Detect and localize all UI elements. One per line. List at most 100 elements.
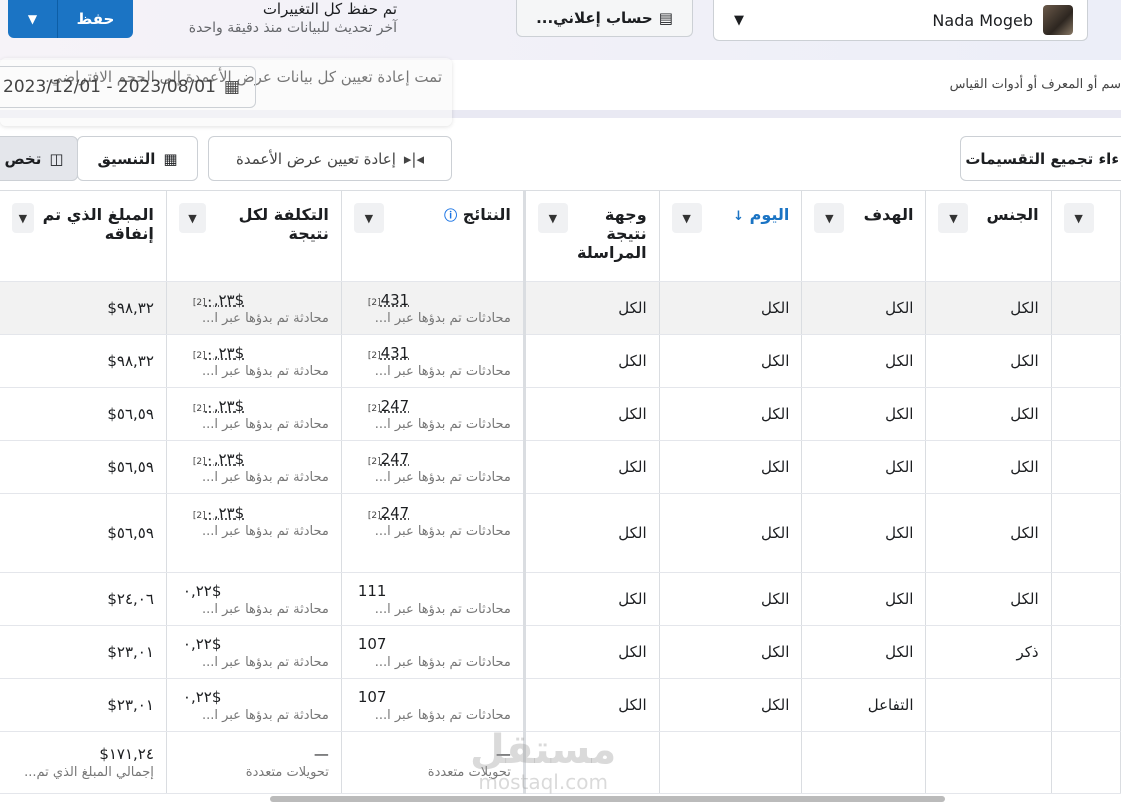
cell-cost: ٠,٢٢$ محادثة تم بدؤها عبر ا... xyxy=(166,572,342,626)
day-value: الكل xyxy=(761,696,790,714)
table-row[interactable]: ٥٦,٥٩$ [2]٠,٢٣$ محادثة تم بدؤها عبر ا... … xyxy=(0,440,1121,494)
chevron-down-icon[interactable]: ▼ xyxy=(353,203,384,233)
user-selector[interactable]: ▼ Nada Mogeb xyxy=(713,0,1088,41)
cell-cost: [2]٠,٢٣$ محادثة تم بدؤها عبر ا... xyxy=(166,493,342,573)
cell-destination: الكل xyxy=(524,334,660,388)
footnote[interactable]: [2] xyxy=(193,351,206,361)
save-button[interactable]: ▼ حفظ xyxy=(8,0,133,38)
date-range-picker[interactable]: 2023/12/01 - 2023/08/01 ▦ xyxy=(0,66,256,108)
col-gender[interactable]: الجنس ▼ xyxy=(925,190,1052,282)
cell-cost: [2]٠,٢٣$ محادثة تم بدؤها عبر ا... xyxy=(166,387,342,441)
cost-sub: محادثة تم بدؤها عبر ا... xyxy=(201,601,329,617)
info-icon[interactable]: ⓘ xyxy=(444,209,457,224)
results-value: 431 xyxy=(380,343,410,362)
table-row[interactable]: ٥٦,٥٩$ [2]٠,٢٣$ محادثة تم بدؤها عبر ا... … xyxy=(0,493,1121,573)
results-sub: محادثات تم بدؤها عبر ا... xyxy=(374,469,511,485)
ungroup-button[interactable]: ءاء تجميع التقسيمات xyxy=(960,136,1121,181)
watermark-en: mostaql.com xyxy=(478,770,608,794)
gender-value: الكل xyxy=(1010,352,1039,370)
results-sub: محادثات تم بدؤها عبر ا... xyxy=(374,524,511,539)
gender-value: الكل xyxy=(1010,524,1039,542)
col-label: اليوم xyxy=(749,205,790,224)
footnote[interactable]: [2] xyxy=(368,457,381,467)
chevron-down-icon[interactable]: ▼ xyxy=(938,203,969,233)
col-results[interactable]: النتائج ⓘ ▼ xyxy=(341,190,526,282)
footnote[interactable]: [2] xyxy=(368,351,381,361)
cost-value: ٠,٢٣$ xyxy=(205,504,245,522)
table-row[interactable]: ٩٨,٣٢$ [2]٠,٢٣$ محادثة تم بدؤها عبر ا... … xyxy=(0,281,1121,335)
cell-day: الكل xyxy=(659,281,803,335)
footnote[interactable]: [2] xyxy=(368,511,381,521)
cell-destination: الكل xyxy=(524,387,660,441)
results-value: 247 xyxy=(380,504,410,522)
cost-value: ٠,٢٣$ xyxy=(205,290,245,309)
destination-value: الكل xyxy=(618,299,647,317)
cell-day: الكل xyxy=(659,334,803,388)
cost-sub: محادثة تم بدؤها عبر ا... xyxy=(201,469,329,485)
total-cost: — xyxy=(313,745,329,763)
gender-value: ذكر xyxy=(1016,643,1039,661)
destination-value: الكل xyxy=(618,696,647,714)
chevron-down-icon[interactable]: ▼ xyxy=(814,203,845,233)
table-row[interactable]: ٥٦,٥٩$ [2]٠,٢٣$ محادثة تم بدؤها عبر ا... … xyxy=(0,387,1121,441)
objective-value: الكل xyxy=(885,299,914,317)
destination-value: الكل xyxy=(618,458,647,476)
reset-column-width-button[interactable]: ◂|▸ إعادة تعيين عرض الأعمدة xyxy=(208,136,452,181)
table-row[interactable]: ٩٨,٣٢$ [2]٠,٢٣$ محادثة تم بدؤها عبر ا... … xyxy=(0,334,1121,388)
customize-button[interactable]: ◫ تخص xyxy=(0,136,78,181)
date-range-text: 2023/12/01 - 2023/08/01 xyxy=(3,77,216,97)
table-row[interactable]: ٢٣,٠١$ ٠,٢٢$ محادثة تم بدؤها عبر ا... 107… xyxy=(0,678,1121,732)
col-cost-per-result[interactable]: التكلفة لكل نتيجة ▼ xyxy=(166,190,342,282)
chevron-down-icon[interactable]: ▼ xyxy=(671,203,702,233)
cell-objective: الكل xyxy=(801,387,927,441)
cell-gender: ذكر xyxy=(925,625,1052,679)
cost-sub: محادثة تم بدؤها عبر ا... xyxy=(201,654,329,670)
col-amount-spent[interactable]: المبلغ الذي تم إنفاقه ▼ xyxy=(0,190,167,282)
table-row[interactable]: ٢٤,٠٦$ ٠,٢٢$ محادثة تم بدؤها عبر ا... 111… xyxy=(0,572,1121,626)
footnote[interactable]: [2] xyxy=(193,298,206,308)
cell-cost: [2]٠,٢٣$ محادثة تم بدؤها عبر ا... xyxy=(166,440,342,494)
cell-results: [2]247 محادثات تم بدؤها عبر ا... xyxy=(341,387,526,441)
gender-value: الكل xyxy=(1010,458,1039,476)
cell-amount: ٩٨,٣٢$ xyxy=(0,281,167,335)
total-cost-label: تحويلات متعددة xyxy=(245,765,329,780)
cell-objective: الكل xyxy=(801,493,927,573)
chevron-down-icon[interactable]: ▼ xyxy=(537,203,568,233)
objective-value: الكل xyxy=(885,590,914,608)
col-label: التكلفة لكل نتيجة xyxy=(238,205,329,243)
avatar xyxy=(1043,5,1073,35)
cell-partial xyxy=(1051,625,1121,679)
chevron-down-icon[interactable]: ▼ xyxy=(8,0,58,38)
cell-gender: الكل xyxy=(925,281,1052,335)
footnote[interactable]: [2] xyxy=(193,511,206,521)
col-day[interactable]: اليوم ↓ ▼ xyxy=(659,190,803,282)
footnote[interactable]: [2] xyxy=(368,298,381,308)
saved-title: تم حفظ كل التغييرات xyxy=(262,0,397,18)
cell-gender: الكل xyxy=(925,572,1052,626)
cost-sub: محادثة تم بدؤها عبر ا... xyxy=(201,707,329,723)
chevron-down-icon[interactable]: ▼ xyxy=(12,203,34,233)
objective-value: الكل xyxy=(885,524,914,542)
search-input[interactable]: سم أو المعرف أو أدوات القياس xyxy=(950,77,1121,92)
gender-value: الكل xyxy=(1010,299,1039,317)
cell-day: الكل xyxy=(659,387,803,441)
chevron-down-icon[interactable]: ▼ xyxy=(178,203,206,233)
cell-amount: ٢٤,٠٦$ xyxy=(0,572,167,626)
cell-amount: ٢٣,٠١$ xyxy=(0,678,167,732)
footnote[interactable]: [2] xyxy=(368,404,381,414)
calendar-icon: ▦ xyxy=(223,77,240,97)
gender-value: الكل xyxy=(1010,405,1039,423)
format-button[interactable]: ▦ التنسيق xyxy=(77,136,198,181)
col-messaging-destination[interactable]: وجهة نتيجة المراسلة ▼ xyxy=(524,190,660,282)
table-row[interactable]: ٢٣,٠١$ ٠,٢٢$ محادثة تم بدؤها عبر ا... 107… xyxy=(0,625,1121,679)
chevron-down-icon[interactable]: ▼ xyxy=(1063,203,1094,233)
footnote[interactable]: [2] xyxy=(193,404,206,414)
cell-amount: ٥٦,٥٩$ xyxy=(0,493,167,573)
day-value: الكل xyxy=(761,643,790,661)
col-partial[interactable]: ▼ xyxy=(1051,190,1121,282)
footnote[interactable]: [2] xyxy=(193,457,206,467)
col-objective[interactable]: الهدف ▼ xyxy=(801,190,927,282)
objective-value: الكل xyxy=(885,352,914,370)
horizontal-scrollbar[interactable] xyxy=(270,796,945,802)
ad-account-button[interactable]: ▤ حساب إعلاني... xyxy=(516,0,693,37)
